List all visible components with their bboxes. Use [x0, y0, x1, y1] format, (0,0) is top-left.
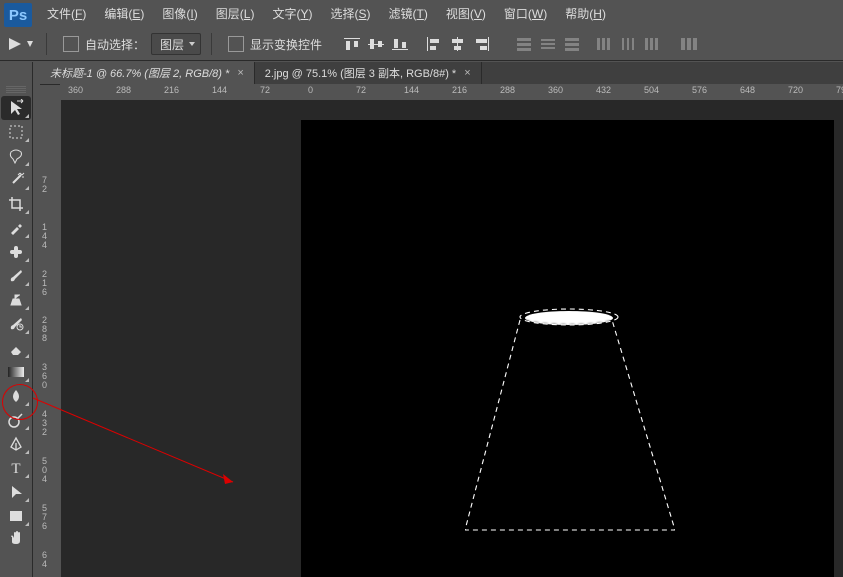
- menu-view[interactable]: 视图(V): [437, 0, 495, 28]
- selection-ellipse-fill: [525, 311, 613, 325]
- ruler-tick: 648: [740, 85, 755, 95]
- align-bottom-edges-icon[interactable]: [388, 33, 412, 55]
- type-tool[interactable]: T: [1, 456, 31, 480]
- ruler-tick: 0: [42, 381, 47, 390]
- gradient-tool[interactable]: [1, 360, 31, 384]
- ruler-tick: 6: [42, 288, 47, 297]
- ruler-tick: 4: [42, 475, 47, 484]
- document-tabs: 未标题-1 @ 66.7% (图层 2, RGB/8) * × 2.jpg @ …: [40, 62, 843, 85]
- distribute-vcenter-icon: [536, 33, 560, 55]
- magic-wand-tool[interactable]: [1, 168, 31, 192]
- show-transform-label: 显示变换控件: [250, 36, 322, 53]
- ruler-tick: 4: [42, 560, 47, 569]
- move-tool[interactable]: [1, 96, 31, 120]
- path-selection-tool[interactable]: [1, 480, 31, 504]
- align-hcenter-icon[interactable]: [446, 33, 470, 55]
- ruler-tick: 720: [788, 85, 803, 95]
- menu-layer[interactable]: 图层(L): [207, 0, 264, 28]
- horizontal-ruler: 3602882161447207214421628836043250457664…: [60, 84, 843, 101]
- eyedropper-tool[interactable]: [1, 216, 31, 240]
- separator: [211, 33, 212, 55]
- clone-stamp-tool[interactable]: [1, 288, 31, 312]
- tab-title: 2.jpg @ 75.1% (图层 3 副本, RGB/8#) *: [265, 65, 457, 81]
- ruler-tick: 216: [164, 85, 179, 95]
- menu-image[interactable]: 图像(I): [153, 0, 206, 28]
- ruler-tick: 288: [500, 85, 515, 95]
- menu-bar: Ps 文件(F) 编辑(E) 图像(I) 图层(L) 文字(Y) 选择(S) 滤…: [0, 0, 843, 29]
- show-transform-group: 显示变换控件: [216, 36, 328, 53]
- svg-text:T: T: [11, 461, 20, 477]
- menu-edit[interactable]: 编辑(E): [95, 0, 153, 28]
- align-left-edges-icon[interactable]: [422, 33, 446, 55]
- crop-tool[interactable]: [1, 192, 31, 216]
- show-transform-checkbox[interactable]: [228, 36, 244, 52]
- close-icon[interactable]: ×: [464, 67, 470, 79]
- menu-select[interactable]: 选择(S): [321, 0, 379, 28]
- menu-file[interactable]: 文件(F): [38, 0, 95, 28]
- close-icon[interactable]: ×: [237, 67, 243, 79]
- pen-tool[interactable]: [1, 432, 31, 456]
- app-logo: Ps: [4, 3, 32, 27]
- ruler-tick: 8: [42, 334, 47, 343]
- canvas-workarea[interactable]: [61, 100, 843, 577]
- history-brush-tool[interactable]: [1, 312, 31, 336]
- ruler-tick: 72: [260, 85, 270, 95]
- ruler-tick: 0: [308, 85, 313, 95]
- auto-select-target-dropdown[interactable]: 图层: [151, 33, 201, 55]
- vertical-ruler: 7214421628836043250457664: [40, 100, 62, 577]
- ruler-tick: 72: [356, 85, 366, 95]
- distribute-right-icon: [640, 33, 664, 55]
- tool-preset-button[interactable]: [0, 35, 42, 53]
- document-tab[interactable]: 2.jpg @ 75.1% (图层 3 副本, RGB/8#) * ×: [255, 62, 482, 84]
- distribute-bottom-icon: [560, 33, 584, 55]
- rectangle-tool[interactable]: [1, 504, 31, 528]
- ruler-tick: 6: [42, 522, 47, 531]
- ruler-tick: 432: [596, 85, 611, 95]
- align-top-edges-icon[interactable]: [340, 33, 364, 55]
- tab-title: 未标题-1 @ 66.7% (图层 2, RGB/8) *: [50, 65, 229, 81]
- brush-tool[interactable]: [1, 264, 31, 288]
- document-tab-active[interactable]: 未标题-1 @ 66.7% (图层 2, RGB/8) * ×: [40, 62, 255, 84]
- ruler-tick: 576: [692, 85, 707, 95]
- menu-window[interactable]: 窗口(W): [495, 0, 556, 28]
- menu-filter[interactable]: 滤镜(T): [380, 0, 437, 28]
- dodge-tool[interactable]: [1, 408, 31, 432]
- align-vcenter-icon[interactable]: [364, 33, 388, 55]
- separator: [46, 33, 47, 55]
- auto-select-group: 自动选择： 图层: [51, 33, 207, 55]
- ruler-tick: 144: [404, 85, 419, 95]
- distribute-top-icon: [512, 33, 536, 55]
- marquee-tool[interactable]: [1, 120, 31, 144]
- healing-brush-tool[interactable]: [1, 240, 31, 264]
- menu-type[interactable]: 文字(Y): [263, 0, 321, 28]
- ruler-tick: 360: [548, 85, 563, 95]
- ruler-tick: 288: [116, 85, 131, 95]
- distribute-hcenter-icon: [616, 33, 640, 55]
- auto-select-checkbox[interactable]: [63, 36, 79, 52]
- menu-help[interactable]: 帮助(H): [556, 0, 615, 28]
- ruler-tick: 216: [452, 85, 467, 95]
- ruler-tick: 504: [644, 85, 659, 95]
- document-canvas[interactable]: [301, 120, 834, 577]
- hand-tool[interactable]: [1, 528, 31, 546]
- tools-panel: T: [0, 62, 33, 577]
- eraser-tool[interactable]: [1, 336, 31, 360]
- ruler-tick: 4: [42, 241, 47, 250]
- ruler-tick: 360: [68, 85, 83, 95]
- align-right-edges-icon[interactable]: [470, 33, 494, 55]
- panel-grip[interactable]: [6, 86, 26, 94]
- ruler-tick: 2: [42, 428, 47, 437]
- distribute-left-icon: [592, 33, 616, 55]
- ruler-tick: 2: [42, 185, 47, 194]
- auto-select-label: 自动选择：: [85, 36, 145, 53]
- auto-align-icon: [678, 33, 702, 55]
- options-bar: 自动选择： 图层 显示变换控件: [0, 28, 843, 61]
- ruler-tick: 144: [212, 85, 227, 95]
- blur-tool[interactable]: [1, 384, 31, 408]
- ruler-tick: 79: [836, 85, 843, 95]
- lasso-tool[interactable]: [1, 144, 31, 168]
